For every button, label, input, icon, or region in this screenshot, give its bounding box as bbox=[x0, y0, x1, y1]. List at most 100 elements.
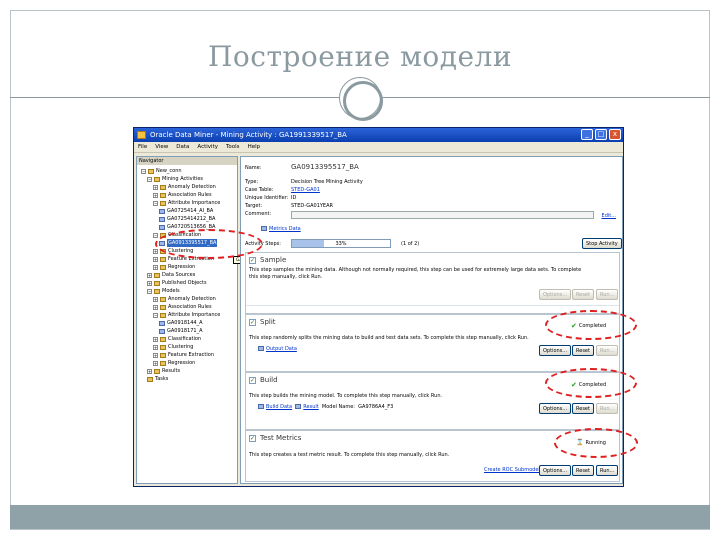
stop-activity-button[interactable]: Stop Activity bbox=[582, 238, 622, 249]
comment-field[interactable] bbox=[291, 211, 594, 219]
expand-icon[interactable]: + bbox=[153, 352, 158, 358]
tree-item[interactable]: − Models bbox=[147, 287, 180, 295]
collapse-icon[interactable]: − bbox=[153, 232, 158, 238]
tree-item-label: Results bbox=[162, 368, 181, 374]
menu-view[interactable]: View bbox=[155, 142, 168, 152]
activity-icon bbox=[159, 208, 165, 214]
target-value: STED-GA01YEAR bbox=[291, 203, 333, 209]
tree-item[interactable]: + Classification bbox=[153, 335, 201, 343]
expand-icon[interactable]: + bbox=[153, 336, 158, 342]
tree-item[interactable]: + Association Rules bbox=[153, 303, 212, 311]
tree-item[interactable]: GA0918144_A bbox=[159, 319, 202, 327]
case-table-link[interactable]: STED-GA01 bbox=[291, 187, 320, 193]
expand-icon[interactable]: + bbox=[153, 296, 158, 302]
test-metrics-run-button[interactable]: Run... bbox=[596, 465, 619, 476]
expand-icon[interactable]: + bbox=[147, 280, 152, 286]
build-reset-button[interactable]: Reset bbox=[572, 403, 594, 414]
tree-item[interactable]: + Association Rules bbox=[153, 191, 212, 199]
sample-run-button[interactable]: Run... bbox=[596, 289, 619, 300]
menu-data[interactable]: Data bbox=[176, 142, 189, 152]
split-reset-button[interactable]: Reset bbox=[572, 345, 594, 356]
tree-item-label: Classification bbox=[168, 336, 202, 342]
split-checkbox[interactable]: ✓ bbox=[249, 319, 256, 326]
build-options-button[interactable]: Options... bbox=[539, 403, 572, 414]
edit-comment-link[interactable]: Edit... bbox=[602, 213, 616, 219]
target-label: Target: bbox=[245, 203, 263, 209]
tree-item[interactable]: Tasks bbox=[147, 375, 168, 383]
sample-desc-2: this step manually, click Run. bbox=[249, 274, 323, 280]
split-run-button[interactable]: Run... bbox=[596, 345, 619, 356]
menu-help[interactable]: Help bbox=[248, 142, 261, 152]
collapse-icon[interactable]: − bbox=[153, 200, 158, 206]
sample-reset-button[interactable]: Reset bbox=[572, 289, 594, 300]
navigator-header: Navigator bbox=[137, 157, 237, 165]
sample-checkbox[interactable]: ✓ bbox=[249, 257, 256, 264]
build-data-icon bbox=[258, 404, 264, 409]
tree-item[interactable]: + Data Sources bbox=[147, 271, 195, 279]
build-data-link[interactable]: Build Data bbox=[266, 404, 292, 410]
tree-item[interactable]: − Attribute Importance bbox=[153, 199, 220, 207]
tree-item[interactable]: − Mining Activities bbox=[147, 175, 203, 183]
collapse-icon[interactable]: − bbox=[141, 168, 146, 174]
build-title: Build bbox=[260, 376, 278, 384]
folder-icon bbox=[160, 336, 166, 342]
window-titlebar[interactable]: Oracle Data Miner - Mining Activity : GA… bbox=[134, 128, 623, 142]
collapse-icon[interactable]: − bbox=[153, 312, 158, 318]
tree-item[interactable]: + Feature Extraction bbox=[153, 351, 214, 359]
folder-icon bbox=[160, 360, 166, 366]
folder-icon bbox=[160, 184, 166, 190]
expand-icon[interactable]: + bbox=[147, 368, 152, 374]
tree-item[interactable]: + Anomaly Detection bbox=[153, 295, 216, 303]
tree-item-label: Anomaly Detection bbox=[168, 184, 216, 190]
build-checkbox[interactable]: ✓ bbox=[249, 377, 256, 384]
tree-item[interactable]: GA0725414_AI_BA bbox=[159, 207, 213, 215]
create-roc-submodel-link[interactable]: Create ROC Submodel bbox=[484, 467, 540, 473]
tree-item[interactable]: + Clustering bbox=[153, 343, 193, 351]
test-metrics-reset-button[interactable]: Reset bbox=[572, 465, 594, 476]
menu-activity[interactable]: Activity bbox=[197, 142, 218, 152]
tree-item[interactable]: + Regression bbox=[153, 359, 195, 367]
menu-tools[interactable]: Tools bbox=[226, 142, 240, 152]
test-metrics-options-button[interactable]: Options... bbox=[539, 465, 572, 476]
build-run-button[interactable]: Run... bbox=[596, 403, 619, 414]
expand-icon[interactable]: + bbox=[153, 256, 158, 262]
metrics-data-link[interactable]: Metrics Data bbox=[269, 226, 301, 232]
activity-progress-bar: 33% bbox=[291, 239, 391, 248]
build-result-link[interactable]: Result bbox=[303, 404, 318, 410]
tree-item[interactable]: + Results bbox=[147, 367, 180, 375]
activity-icon bbox=[159, 328, 165, 334]
folder-icon bbox=[154, 280, 160, 286]
tree-item-label: GA0918144_A bbox=[167, 320, 203, 326]
tree-item[interactable]: + Regression bbox=[153, 263, 195, 271]
tree-item[interactable]: − New_conn bbox=[141, 167, 182, 175]
sample-title: Sample bbox=[260, 256, 287, 264]
tree-item[interactable]: GA0725414212_BA bbox=[159, 215, 215, 223]
split-output-data-link[interactable]: Output Data bbox=[266, 346, 297, 352]
sample-options-button[interactable]: Options... bbox=[539, 289, 572, 300]
expand-icon[interactable]: + bbox=[153, 264, 158, 270]
split-options-button[interactable]: Options... bbox=[539, 345, 572, 356]
collapse-icon[interactable]: − bbox=[147, 288, 152, 294]
minimize-button[interactable]: _ bbox=[581, 129, 593, 140]
metrics-data-row: Metrics Data bbox=[261, 226, 301, 232]
unique-id-value: ID bbox=[291, 195, 297, 201]
unique-id-label: Unique Identifier: bbox=[245, 195, 289, 201]
tree-item[interactable]: GA0918171_A bbox=[159, 327, 202, 335]
expand-icon[interactable]: + bbox=[153, 192, 158, 198]
test-metrics-checkbox[interactable]: ✓ bbox=[249, 435, 256, 442]
expand-icon[interactable]: + bbox=[153, 184, 158, 190]
tree-item[interactable]: + Anomaly Detection bbox=[153, 183, 216, 191]
folder-icon bbox=[147, 376, 153, 382]
maximize-button[interactable]: □ bbox=[595, 129, 607, 140]
expand-icon[interactable]: + bbox=[153, 304, 158, 310]
tree-item[interactable]: − Attribute Importance bbox=[153, 311, 220, 319]
close-button[interactable]: x bbox=[609, 129, 621, 140]
expand-icon[interactable]: + bbox=[153, 344, 158, 350]
expand-icon[interactable]: + bbox=[147, 272, 152, 278]
expand-icon[interactable]: + bbox=[153, 360, 158, 366]
expand-icon[interactable]: + bbox=[153, 248, 158, 254]
menu-file[interactable]: File bbox=[138, 142, 147, 152]
collapse-icon[interactable]: − bbox=[147, 176, 152, 182]
tree-item[interactable]: + Published Objects bbox=[147, 279, 207, 287]
tree-item-label: Anomaly Detection bbox=[168, 296, 216, 302]
